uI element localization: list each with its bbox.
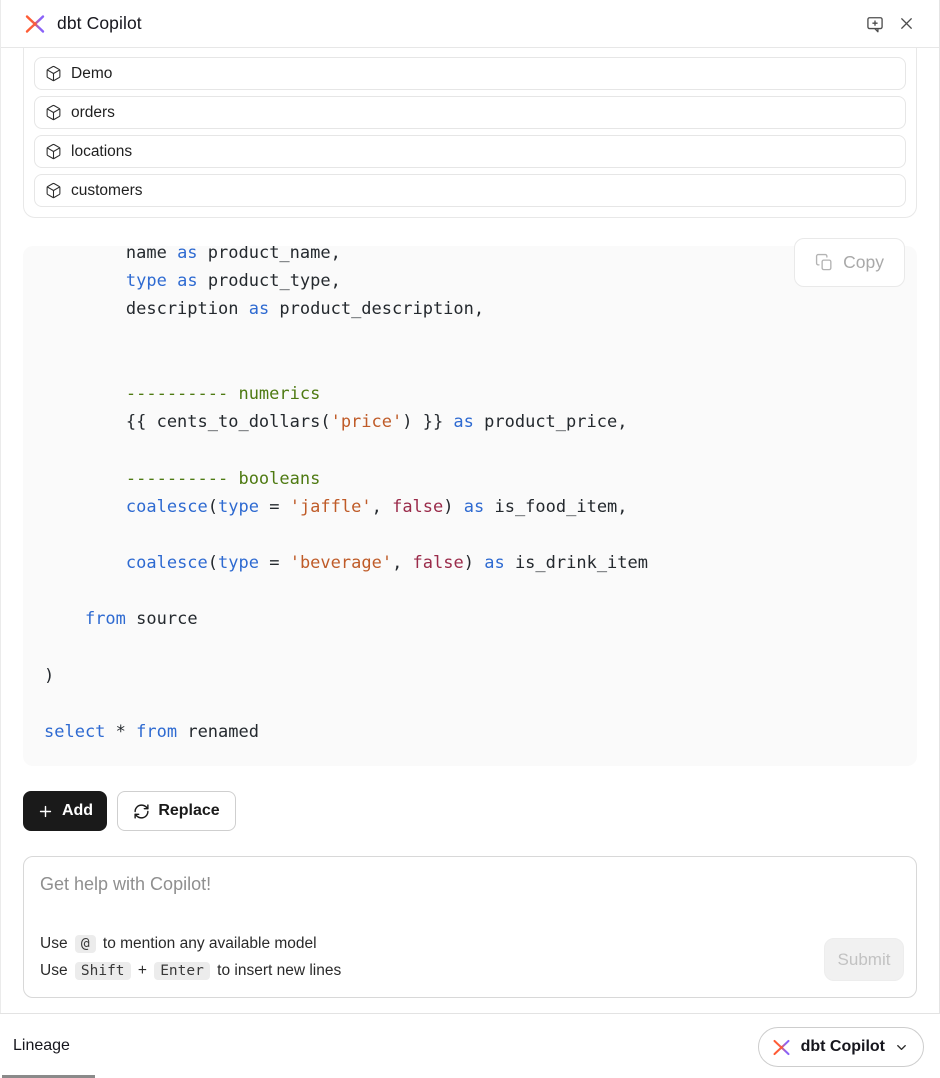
code-content: name as product_name, type as product_ty… — [44, 246, 896, 746]
package-icon — [45, 182, 62, 199]
refresh-icon — [133, 803, 150, 820]
copy-icon — [815, 253, 834, 272]
copy-button[interactable]: Copy — [794, 238, 905, 287]
code-action-row: Add Replace — [23, 791, 917, 831]
copilot-selector-button[interactable]: dbt Copilot — [758, 1027, 924, 1067]
add-button[interactable]: Add — [23, 791, 107, 831]
package-icon — [45, 143, 62, 160]
add-button-label: Add — [62, 802, 93, 820]
copilot-composer: Get help with Copilot! Use @ to mention … — [23, 856, 917, 998]
copilot-selector-label: dbt Copilot — [801, 1038, 885, 1056]
code-block: Copy name as product_name, type as produ… — [23, 246, 917, 766]
composer-hints: Use @ to mention any available modelUse … — [40, 930, 341, 984]
hint-text: to mention any available model — [99, 935, 317, 953]
model-chip[interactable]: Demo — [34, 57, 906, 90]
tab-lineage[interactable]: Lineage — [13, 1037, 70, 1055]
chevron-down-icon — [894, 1040, 909, 1055]
model-chip-label: orders — [71, 104, 115, 122]
dbt-copilot-logo-icon — [771, 1037, 792, 1058]
models-card: Demo orders locations — [23, 48, 917, 218]
hint-text: + — [134, 962, 152, 980]
model-chip-label: locations — [71, 143, 132, 161]
kbd-hint: @ — [75, 935, 96, 953]
model-chip-label: customers — [71, 182, 143, 200]
model-chip[interactable]: orders — [34, 96, 906, 129]
chat-scroll-area[interactable]: Demo orders locations — [1, 48, 939, 1013]
kbd-hint: Shift — [75, 962, 131, 980]
add-to-editor-button[interactable] — [863, 12, 887, 36]
hint-text: Use — [40, 935, 72, 953]
package-icon — [45, 65, 62, 82]
replace-button-label: Replace — [158, 802, 219, 820]
submit-button[interactable]: Submit — [824, 938, 904, 981]
package-icon — [45, 104, 62, 121]
replace-button[interactable]: Replace — [117, 791, 236, 831]
model-chip[interactable]: customers — [34, 174, 906, 207]
kbd-hint: Enter — [154, 962, 210, 980]
hint-text: to insert new lines — [213, 962, 341, 980]
copilot-input[interactable]: Get help with Copilot! — [40, 874, 900, 895]
hint-text: Use — [40, 962, 72, 980]
close-button[interactable] — [895, 12, 918, 35]
plus-icon — [37, 803, 54, 820]
bottom-bar: Lineage dbt Copilot — [0, 1013, 940, 1078]
model-chip-label: Demo — [71, 65, 112, 83]
sql-code-card: name as product_name, type as product_ty… — [23, 246, 917, 766]
panel-header: dbt Copilot — [1, 0, 939, 48]
message-square-plus-icon — [865, 14, 885, 34]
copilot-pane: dbt Copilot — [0, 0, 940, 1013]
dbt-copilot-logo-icon — [23, 12, 47, 36]
close-icon — [897, 14, 916, 33]
panel-title: dbt Copilot — [57, 13, 142, 34]
dbt-copilot-panel: dbt Copilot — [0, 0, 940, 1078]
model-chip[interactable]: locations — [34, 135, 906, 168]
copy-button-label: Copy — [843, 252, 884, 273]
